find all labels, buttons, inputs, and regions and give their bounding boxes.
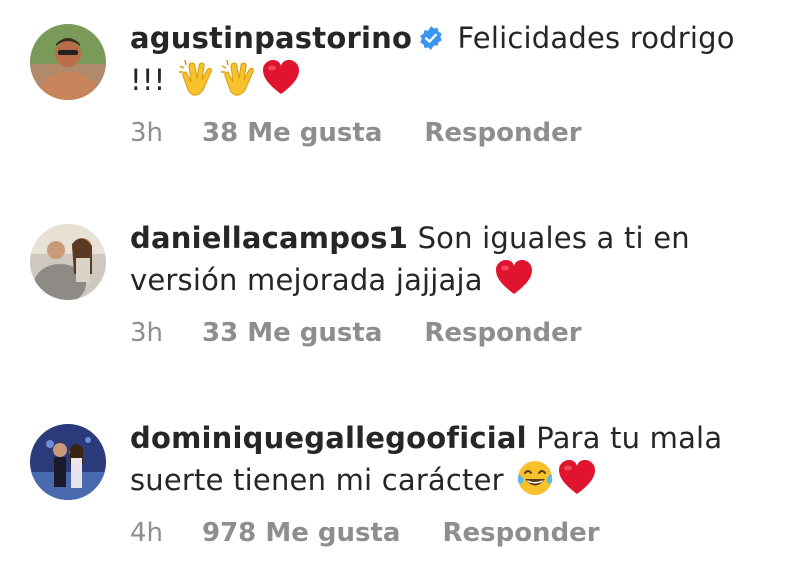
comment-timestamp: 4h: [130, 518, 164, 548]
avatar[interactable]: [30, 24, 106, 100]
username-link[interactable]: daniellacampos1: [130, 221, 408, 255]
tears-of-joy-icon: [517, 461, 553, 495]
red-heart-icon: [559, 460, 596, 494]
username-link[interactable]: dominiquegallegooficial: [130, 421, 527, 455]
likes-count-link[interactable]: 38 Me gusta: [202, 118, 382, 148]
likes-count-link[interactable]: 978 Me gusta: [202, 518, 400, 548]
comments-list: agustinpastorino Felicidades rodrigo !!!…: [0, 0, 800, 572]
comment-text-block: agustinpastorino Felicidades rodrigo !!!: [130, 18, 770, 100]
comment-text-block: dominiquegallegooficial Para tu mala sue…: [130, 418, 770, 500]
comment-timestamp: 3h: [130, 318, 164, 348]
comment-body: daniellacampos1 Son iguales a ti en vers…: [130, 218, 770, 300]
username-link[interactable]: agustinpastorino: [130, 21, 412, 55]
comment-meta: 4h 978 Me gusta Responder: [130, 518, 600, 548]
red-heart-icon: [262, 60, 299, 94]
verified-badge-icon: [420, 26, 442, 50]
reply-button[interactable]: Responder: [424, 118, 581, 148]
likes-count-link[interactable]: 33 Me gusta: [202, 318, 382, 348]
reply-button[interactable]: Responder: [442, 518, 599, 548]
avatar[interactable]: [30, 424, 106, 500]
reply-button[interactable]: Responder: [424, 318, 581, 348]
comment-meta: 3h 38 Me gusta Responder: [130, 118, 582, 148]
avatar[interactable]: [30, 224, 106, 300]
comment-body: agustinpastorino Felicidades rodrigo !!!: [130, 18, 770, 100]
comment-timestamp: 3h: [130, 118, 164, 148]
comment-text-block: daniellacampos1 Son iguales a ti en vers…: [130, 218, 770, 300]
avatar-image: [30, 424, 106, 500]
avatar-image: [30, 224, 106, 300]
comment-meta: 3h 33 Me gusta Responder: [130, 318, 582, 348]
clapping-hands-icon: [220, 59, 254, 96]
avatar-image: [30, 24, 106, 100]
clapping-hands-icon: [178, 59, 212, 96]
comment-body: dominiquegallegooficial Para tu mala sue…: [130, 418, 770, 500]
red-heart-icon: [496, 260, 533, 294]
